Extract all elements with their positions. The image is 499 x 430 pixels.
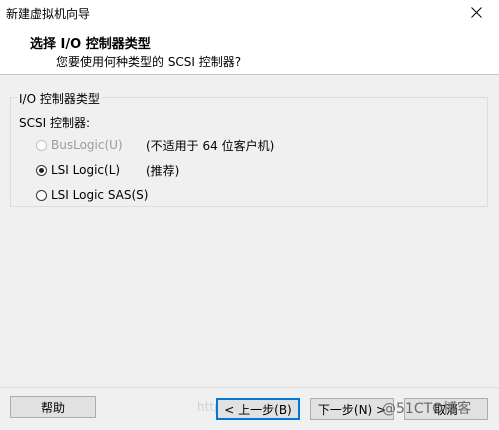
close-button[interactable] [453, 0, 499, 24]
help-button[interactable]: 帮助 [10, 396, 96, 418]
page-subtitle: 您要使用何种类型的 SCSI 控制器? [56, 55, 242, 69]
title-bar: 新建虚拟机向导 [0, 0, 499, 24]
wizard-content: I/O 控制器类型 SCSI 控制器: BusLogic(U) (不适用于 64… [0, 75, 499, 387]
option-note: (推荐) [146, 164, 180, 178]
radio-circle[interactable] [36, 164, 47, 176]
radio-lsi-logic[interactable]: LSI Logic(L) [36, 163, 120, 177]
radio-lsi-logic-sas[interactable]: LSI Logic SAS(S) [36, 188, 148, 202]
close-icon [470, 6, 482, 18]
back-button[interactable]: < 上一步(B) [216, 398, 300, 420]
radio-selected-dot [39, 167, 44, 173]
radio-buslogic[interactable]: BusLogic(U) [36, 138, 123, 152]
window-title: 新建虚拟机向导 [6, 7, 91, 21]
option-label: BusLogic(U) [51, 138, 123, 152]
page-title: 选择 I/O 控制器类型 [30, 37, 151, 52]
option-note: (不适用于 64 位客户机) [146, 139, 275, 153]
radio-circle[interactable] [36, 139, 47, 151]
radio-circle[interactable] [36, 189, 47, 201]
watermark-brand: @51CTO博客 [382, 401, 472, 417]
wizard-footer: 帮助 http://blog. < 上一步(B) 下一步(N) > 取消 @51… [0, 387, 499, 430]
option-label: LSI Logic(L) [51, 163, 121, 177]
group-legend: I/O 控制器类型 [17, 90, 102, 107]
wizard-header: 选择 I/O 控制器类型 您要使用何种类型的 SCSI 控制器? [0, 24, 499, 75]
scsi-controller-label: SCSI 控制器: [19, 116, 91, 130]
option-label: LSI Logic SAS(S) [51, 188, 149, 202]
